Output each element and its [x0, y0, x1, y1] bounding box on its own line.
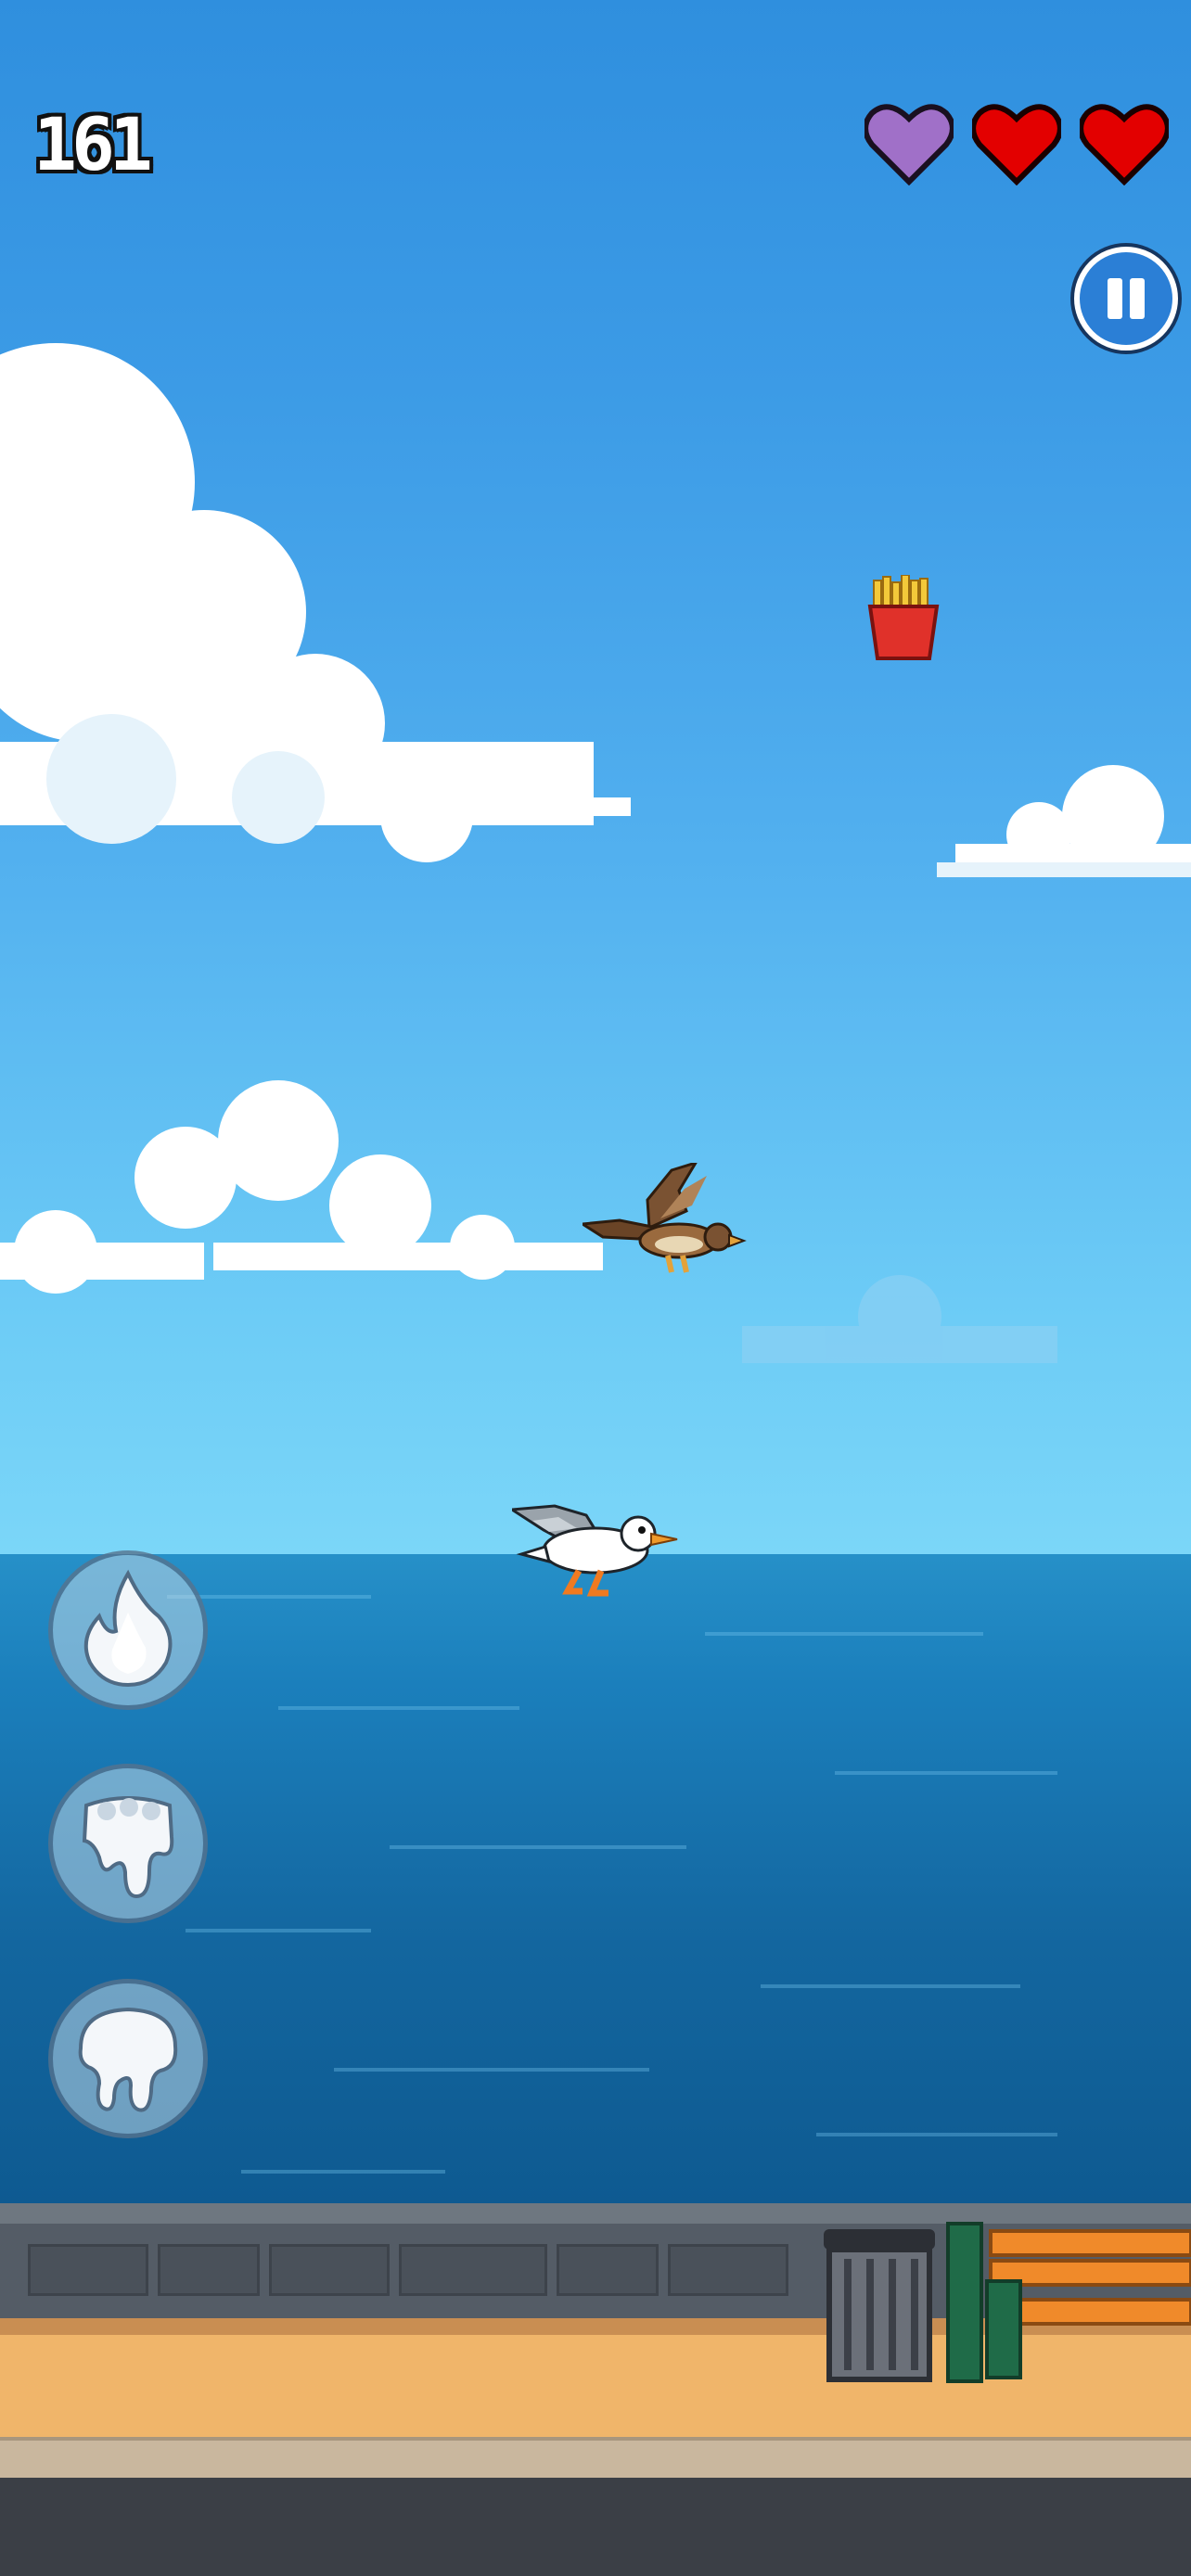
splat-drop-icon [78, 2007, 178, 2112]
pause-button[interactable] [1074, 247, 1178, 351]
curb [0, 2437, 1191, 2478]
wave [705, 1632, 983, 1636]
trash-can-icon [824, 2229, 935, 2382]
wave [334, 2068, 649, 2072]
heart-icon [972, 104, 1061, 185]
fire-ability-button[interactable] [48, 1550, 208, 1710]
road [0, 2478, 1191, 2576]
wave [186, 1929, 371, 1932]
wall-block [28, 2244, 148, 2296]
cloud-mid [0, 1080, 603, 1294]
seagull-icon[interactable] [512, 1502, 679, 1597]
wave [835, 1771, 1057, 1775]
bench-icon [946, 2222, 1191, 2383]
score-counter: 161 [33, 104, 153, 187]
shield-heart-icon [864, 104, 954, 185]
cloud-large [0, 343, 631, 862]
french-fries-icon [867, 575, 940, 660]
wave [278, 1706, 519, 1710]
wall-block [557, 2244, 659, 2296]
heart-icon [1080, 104, 1169, 185]
triple-drop-ability-button[interactable] [48, 1764, 208, 1923]
wall-block [399, 2244, 547, 2296]
fire-power-icon [83, 1569, 173, 1688]
wave [390, 1845, 686, 1849]
cloud-right [937, 765, 1191, 877]
wave [241, 2170, 445, 2174]
wave [761, 1984, 1020, 1988]
triple-drop-icon [82, 1796, 174, 1899]
lives [863, 102, 1178, 195]
splat-drop-ability-button[interactable] [48, 1979, 208, 2138]
hawk-icon [583, 1163, 747, 1273]
wall-block [158, 2244, 260, 2296]
game-scene[interactable]: 161 [0, 0, 1191, 2576]
wave [816, 2133, 1057, 2136]
cloud-faint [742, 1275, 1057, 1363]
wall-block [269, 2244, 390, 2296]
wall-block [668, 2244, 788, 2296]
